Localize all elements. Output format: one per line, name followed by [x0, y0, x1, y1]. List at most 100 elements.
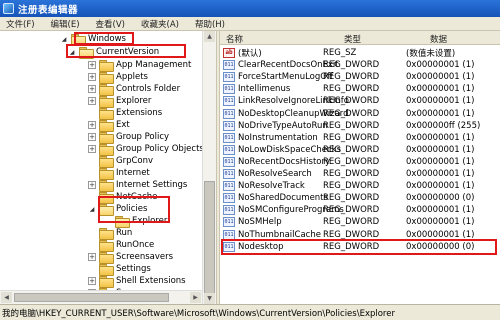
tree-item[interactable]: + Group Policy Objects	[88, 143, 204, 156]
tree-item[interactable]: + Explorer	[88, 95, 152, 108]
folder-icon	[99, 108, 114, 120]
tree-item[interactable]: Internet	[88, 167, 150, 180]
value-type: REG_DWORD	[323, 108, 380, 119]
tree-item[interactable]: + Group Policy	[88, 131, 169, 144]
value-data: 0x00000001 (1)	[406, 132, 475, 143]
tree-item[interactable]: + Ext	[88, 119, 130, 132]
tree-item-label: Internet Settings	[116, 180, 188, 190]
highlight-box	[98, 196, 170, 223]
value-name: Intellimenus	[238, 84, 291, 95]
value-name: NoInstrumentation	[238, 132, 318, 143]
value-name: NoDriveTypeAutoRun	[238, 120, 328, 131]
tree-horizontal-scrollbar[interactable]: ◀ ▶	[0, 290, 202, 304]
window-title: 注册表编辑器	[18, 4, 79, 16]
tree-item[interactable]: + Internet Settings	[88, 179, 188, 192]
highlight-box	[221, 238, 497, 255]
tree-item[interactable]: Run	[88, 227, 132, 240]
menu-file[interactable]: 文件(F)	[6, 18, 35, 30]
value-data: 0x00000000 (0)	[406, 193, 475, 204]
expand-plus-icon[interactable]: +	[88, 277, 96, 285]
binary-value-icon: 011	[223, 217, 235, 228]
expand-plus-icon[interactable]: +	[88, 61, 96, 69]
tree-item[interactable]: + App Management	[88, 59, 191, 72]
expand-plus-icon[interactable]: +	[88, 133, 96, 141]
string-value-icon: ab	[223, 48, 235, 58]
menu-edit[interactable]: 编辑(E)	[51, 18, 80, 30]
scroll-right-arrow-icon[interactable]: ▶	[190, 292, 201, 303]
value-data: 0x000000ff (255)	[406, 120, 481, 131]
list-header: 名称 类型 数据	[220, 31, 500, 45]
expand-plus-icon[interactable]: +	[88, 121, 96, 129]
tree-item[interactable]: Extensions	[88, 107, 163, 120]
value-data: 0x00000001 (1)	[406, 205, 475, 216]
expand-plus-icon[interactable]: +	[88, 145, 96, 153]
tree-item[interactable]: + Applets	[88, 71, 148, 84]
collapse-triangle-icon[interactable]: ◢	[60, 35, 68, 43]
list-item[interactable]: 011 NoLowDiskSpaceChecks REG_DWORD 0x000000…	[220, 144, 500, 156]
binary-value-icon: 011	[223, 120, 235, 131]
scroll-left-arrow-icon[interactable]: ◀	[1, 292, 12, 303]
expand-plus-icon[interactable]: +	[88, 97, 96, 105]
binary-value-icon: 011	[223, 132, 235, 143]
column-name-header[interactable]: 名称	[226, 33, 243, 45]
binary-value-icon: 011	[223, 72, 235, 83]
expand-plus-icon[interactable]: +	[88, 253, 96, 261]
tree-item[interactable]: + Shell Extensions	[88, 275, 186, 288]
list-item[interactable]: 011 NoRecentDocsHistory REG_DWORD 0x0000000…	[220, 156, 500, 168]
list-item[interactable]: 011 NoSharedDocuments REG_DWORD 0x00000000 …	[220, 192, 500, 204]
value-data: 0x00000001 (1)	[406, 72, 475, 83]
expand-plus-icon[interactable]: +	[88, 181, 96, 189]
folder-icon	[99, 228, 114, 240]
list-item[interactable]: 011 ClearRecentDocsOnExit REG_DWORD 0x00000…	[220, 59, 500, 71]
values-list[interactable]: 名称 类型 数据 ab (默认) REG_SZ (数值未设置) 011 ClearRece…	[220, 31, 500, 304]
tree-item-label: RunOnce	[116, 240, 155, 250]
scroll-thumb[interactable]	[14, 293, 169, 302]
value-data: 0x00000001 (1)	[406, 144, 475, 155]
folder-icon	[99, 132, 114, 144]
column-data-header[interactable]: 数据	[430, 33, 447, 45]
tree-item[interactable]: + Screensavers	[88, 251, 173, 264]
collapse-triangle-icon[interactable]: ◢	[88, 205, 96, 213]
list-item[interactable]: 011 NoResolveTrack REG_DWORD 0x00000001 (1)	[220, 180, 500, 192]
scroll-thumb[interactable]	[204, 181, 215, 301]
scroll-up-arrow-icon[interactable]: ▲	[204, 31, 215, 42]
value-type: REG_DWORD	[323, 60, 380, 71]
menu-help[interactable]: 帮助(H)	[195, 18, 225, 30]
menu-view[interactable]: 查看(V)	[96, 18, 125, 30]
registry-path: 我的电脑\HKEY_CURRENT_USER\Software\Microsof…	[2, 308, 395, 319]
value-type: REG_DWORD	[323, 169, 380, 179]
tree-item[interactable]: + Controls Folder	[88, 83, 180, 96]
list-item[interactable]: 011 Intellimenus REG_DWORD 0x00000001 (1)	[220, 83, 500, 95]
list-item[interactable]: 011 ForceStartMenuLogOff REG_DWORD 0x000000…	[220, 71, 500, 83]
expand-plus-icon[interactable]: +	[88, 85, 96, 93]
scroll-down-arrow-icon[interactable]: ▼	[204, 293, 215, 304]
list-item[interactable]: 011 NoSMConfigurePrograms REG_DWORD 0x00000…	[220, 204, 500, 216]
tree-item-label: Extensions	[116, 108, 163, 118]
menu-favorites[interactable]: 收藏夹(A)	[141, 18, 179, 30]
list-item[interactable]: ab (默认) REG_SZ (数值未设置)	[220, 47, 500, 59]
tree-item[interactable]: GrpConv	[88, 155, 153, 168]
tree-vertical-scrollbar[interactable]: ▲ ▼	[202, 31, 216, 304]
folder-icon	[99, 72, 114, 84]
list-item[interactable]: 011 NoResolveSearch REG_DWORD 0x00000001 (1…	[220, 168, 500, 180]
list-item[interactable]: 011 NoDriveTypeAutoRun REG_DWORD 0x000000ff…	[220, 120, 500, 132]
tree-item-label: Explorer	[116, 96, 152, 106]
list-item[interactable]: 011 LinkResolveIgnoreLinkInfo REG_DWORD 0x0…	[220, 95, 500, 107]
binary-value-icon: 011	[223, 96, 235, 107]
list-item[interactable]: 011 NoDesktopCleanupWizard REG_DWORD 0x0000…	[220, 108, 500, 120]
value-data: (数值未设置)	[406, 49, 456, 59]
column-type-header[interactable]: 类型	[344, 33, 361, 45]
list-item[interactable]: 011 NoSMHelp REG_DWORD 0x00000001 (1)	[220, 216, 500, 228]
folder-icon	[99, 240, 114, 252]
binary-value-icon: 011	[223, 205, 235, 216]
tree-item[interactable]: RunOnce	[88, 239, 155, 252]
list-item[interactable]: 011 NoInstrumentation REG_DWORD 0x00000001 …	[220, 132, 500, 144]
value-data: 0x00000001 (1)	[406, 96, 475, 107]
tree-item[interactable]: Settings	[88, 263, 151, 276]
registry-tree[interactable]: ◢ Windows ◢ CurrentVersion + App Management + A…	[0, 31, 216, 304]
expand-plus-icon[interactable]: +	[88, 73, 96, 81]
